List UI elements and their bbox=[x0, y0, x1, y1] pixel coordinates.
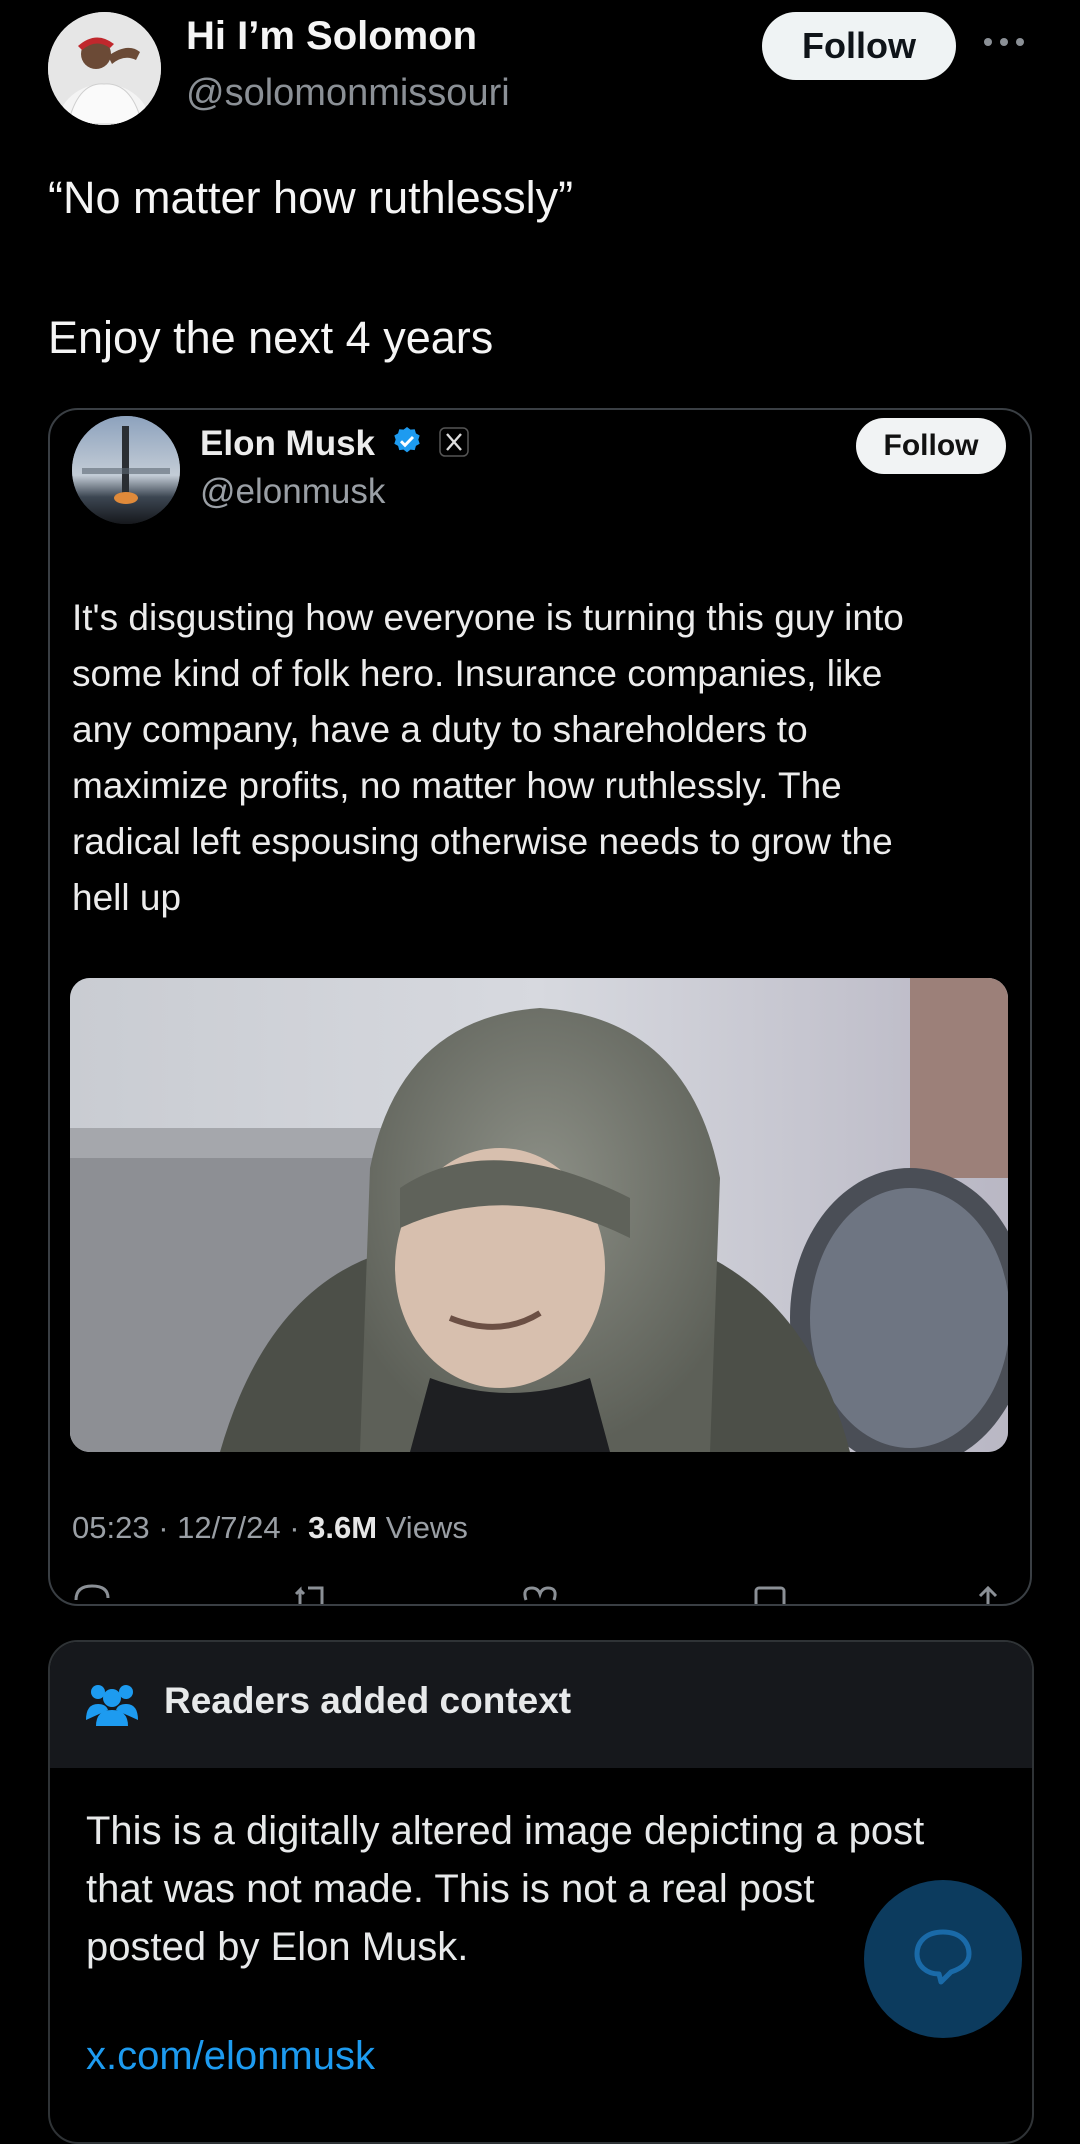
author-avatar[interactable] bbox=[48, 12, 161, 125]
people-icon bbox=[84, 1680, 140, 1728]
meta-separator: · bbox=[158, 1510, 178, 1545]
like-icon bbox=[520, 1580, 560, 1604]
community-note: Readers added context This is a digitall… bbox=[48, 1640, 1034, 2144]
verified-badge-icon bbox=[391, 425, 423, 466]
quoted-post-card[interactable]: Elon Musk @elonmusk Follow It's disgusti… bbox=[48, 408, 1032, 1606]
note-title: Readers added context bbox=[164, 1680, 572, 1721]
more-horizontal-icon[interactable] bbox=[982, 18, 1026, 57]
follow-button[interactable]: Follow bbox=[762, 12, 956, 80]
author-handle[interactable]: @solomonmissouri bbox=[186, 72, 510, 115]
quoted-author-name-text: Elon Musk bbox=[200, 424, 376, 463]
quoted-follow-button: Follow bbox=[856, 418, 1006, 474]
chat-bubble-icon bbox=[911, 1926, 975, 1993]
quoted-author-name: Elon Musk bbox=[200, 424, 469, 466]
note-body-line: This is a digitally altered image depict… bbox=[86, 1809, 925, 1853]
quoted-text-line: It's disgusting how everyone is turning … bbox=[72, 597, 904, 638]
quoted-post-photo bbox=[70, 978, 1008, 1452]
quoted-text-line: radical left espousing otherwise needs t… bbox=[72, 821, 893, 862]
quoted-post-meta: 05:23 · 12/7/24 · 3.6M Views bbox=[72, 1510, 468, 1546]
post-text-line: “No matter how ruthlessly” bbox=[48, 172, 574, 223]
views-count: 3.6M bbox=[308, 1510, 378, 1545]
x-logo-icon bbox=[438, 426, 469, 466]
reply-fab-button[interactable] bbox=[864, 1880, 1022, 2038]
bookmark-icon bbox=[750, 1580, 790, 1604]
views-label: Views bbox=[385, 1510, 468, 1545]
quoted-author-handle: @elonmusk bbox=[200, 472, 386, 511]
post-date: 12/7/24 bbox=[177, 1510, 281, 1545]
quoted-text-line: hell up bbox=[72, 877, 182, 918]
author-name[interactable]: Hi I’m Solomon bbox=[186, 14, 477, 59]
meta-separator: · bbox=[289, 1510, 309, 1545]
reply-icon bbox=[72, 1580, 112, 1604]
note-header: Readers added context bbox=[50, 1642, 1032, 1768]
quoted-author-avatar bbox=[72, 416, 180, 524]
post-time: 05:23 bbox=[72, 1510, 150, 1545]
share-icon bbox=[968, 1580, 1008, 1604]
quoted-text-line: some kind of folk hero. Insurance compan… bbox=[72, 653, 883, 694]
quoted-post-text: It's disgusting how everyone is turning … bbox=[72, 590, 1012, 926]
quoted-text-line: maximize profits, no matter how ruthless… bbox=[72, 765, 842, 806]
note-body-line: that was not made. This is not a real po… bbox=[86, 1867, 815, 1911]
note-source-link[interactable]: x.com/elonmusk bbox=[86, 2034, 375, 2079]
quoted-action-bar bbox=[50, 1576, 1030, 1604]
quoted-text-line: any company, have a duty to shareholders… bbox=[72, 709, 808, 750]
post-text-line: Enjoy the next 4 years bbox=[48, 312, 494, 363]
repost-icon bbox=[292, 1580, 332, 1604]
